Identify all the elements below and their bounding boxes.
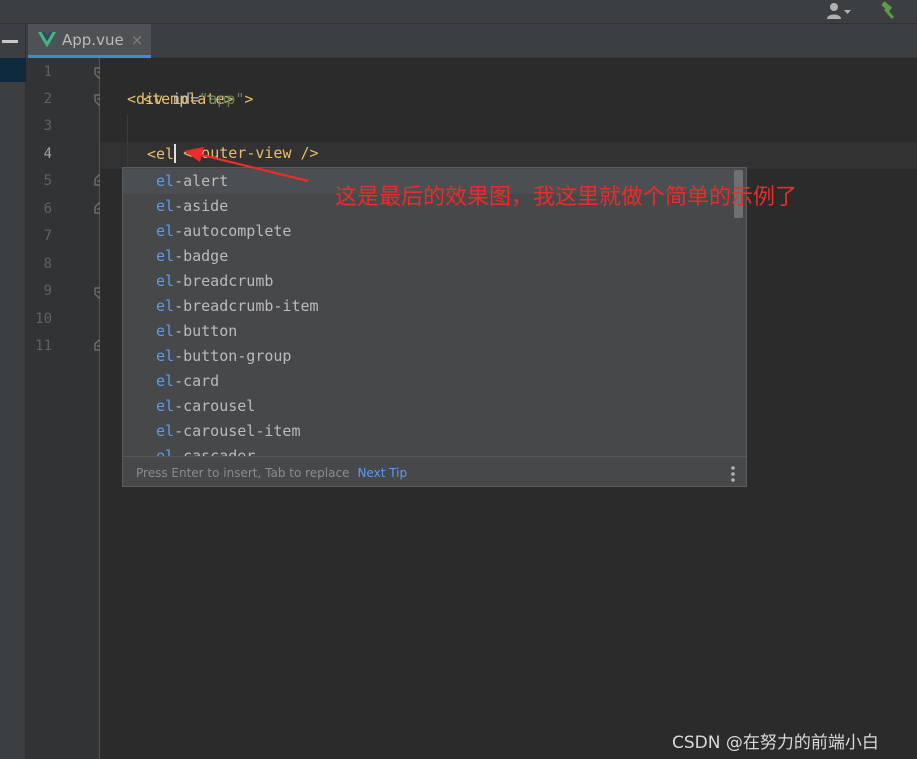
item-rest: -card [174,372,220,390]
editor-tab-bar: App.vue × [26,24,917,58]
code-line-4: <el [147,141,177,168]
line-number: 7 [43,228,52,244]
completion-item[interactable]: el-card [123,369,737,394]
match-prefix: el [156,247,175,265]
code-token: > [244,90,254,108]
project-panel-selection[interactable] [0,58,26,82]
item-rest: -carousel-item [174,422,301,440]
match-prefix: el [156,197,175,215]
item-rest: -cascader [174,447,256,456]
completion-item[interactable]: el-carousel-item [123,419,737,444]
match-prefix: el [156,422,175,440]
typed-text: el [156,145,175,163]
completion-item[interactable]: el-carousel [123,394,737,419]
code-token: < [147,145,157,163]
line-number: 2 [43,91,52,107]
code-token: <div [127,90,173,108]
tab-label: App.vue [62,30,124,49]
minimize-icon[interactable] [2,40,18,43]
line-number: 8 [43,256,52,272]
indent-guide [127,142,128,169]
completion-item[interactable]: el-button [123,319,737,344]
footer-hint: Press Enter to insert, Tab to replace [136,465,350,480]
vue-file-icon [38,31,56,47]
completion-list[interactable]: el-alert el-aside el-autocomplete el-bad… [123,168,746,456]
annotation-text: 这是最后的效果图，我这里就做个简单的示例了 [335,185,798,210]
code-token: "app" [199,90,245,108]
item-rest: -breadcrumb [174,272,274,290]
match-prefix: el [156,272,175,290]
line-number: 3 [43,118,52,134]
watermark: CSDN @在努力的前端小白 [672,733,879,753]
line-number: 1 [43,64,52,80]
item-rest: -breadcrumb-item [174,297,319,315]
text-caret [174,144,177,163]
match-prefix: el [156,347,175,365]
close-tab-icon[interactable]: × [131,31,144,49]
completion-item[interactable]: el-autocomplete [123,219,737,244]
build-hammer-icon[interactable] [878,1,902,21]
top-toolbar [0,0,917,24]
match-prefix: el [156,447,175,456]
left-tool-strip [0,24,26,759]
item-rest: -aside [174,197,229,215]
user-icon[interactable] [826,2,852,20]
item-rest: -button [174,322,238,340]
line-number: 9 [43,283,52,299]
item-rest: -carousel [174,397,256,415]
item-rest: -badge [174,247,229,265]
item-rest: -autocomplete [174,222,292,240]
completion-footer: Press Enter to insert, Tab to replace Ne… [123,456,746,486]
item-rest: -button-group [174,347,292,365]
line-number: 5 [43,173,52,189]
more-options-icon[interactable] [730,465,736,483]
completion-item[interactable]: el-breadcrumb [123,269,737,294]
match-prefix: el [156,297,175,315]
match-prefix: el [156,172,175,190]
completion-item[interactable]: el-breadcrumb-item [123,294,737,319]
tab-app-vue[interactable]: App.vue × [28,24,151,58]
line-number: 6 [43,201,52,217]
match-prefix: el [156,397,175,415]
code-token: id= [172,90,200,108]
completion-item[interactable]: el-badge [123,244,737,269]
code-completion-popup[interactable]: el-alert el-aside el-autocomplete el-bad… [122,167,747,487]
line-number: 11 [35,338,52,354]
line-number-current: 4 [43,146,52,162]
annotation-arrow-icon [184,147,309,183]
next-tip-link[interactable]: Next Tip [357,466,407,480]
code-line-2: <div id="app"> [127,86,253,113]
line-number-gutter: 1 2 3 4 5 6 7 8 9 10 11 [26,58,104,759]
match-prefix: el [156,372,175,390]
completion-item[interactable]: el-button-group [123,344,737,369]
match-prefix: el [156,222,175,240]
line-number: 10 [35,311,52,327]
completion-item[interactable]: el-cascader [123,444,737,456]
match-prefix: el [156,322,175,340]
